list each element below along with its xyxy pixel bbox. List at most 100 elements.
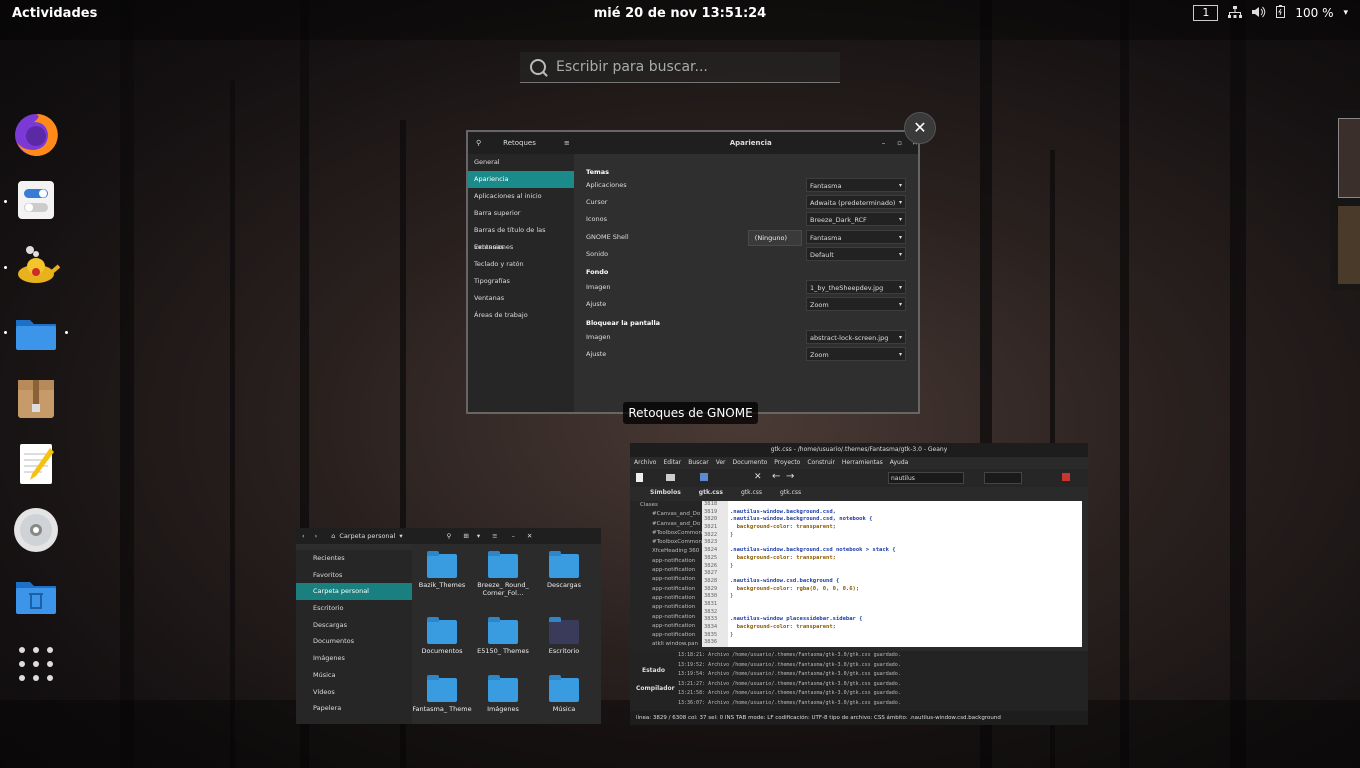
lock-ajuste-dropdown[interactable]: Zoom (806, 347, 906, 362)
menu-proyecto[interactable]: Proyecto (774, 457, 800, 469)
folder-item[interactable]: Descargas (534, 551, 594, 589)
sidebar-item-apariencia[interactable]: Apariencia (468, 171, 574, 188)
sidebar-item-barra-superior[interactable]: Barra superior (468, 205, 574, 222)
menu-editar[interactable]: Editar (663, 457, 681, 469)
sidebar-item-videos[interactable]: Vídeos (296, 684, 412, 701)
symbol-item[interactable]: #ToolboxCommon (630, 529, 702, 538)
chevron-down-icon[interactable]: ▾ (477, 532, 480, 540)
fondo-imagen-picker[interactable]: 1_by_theSheepdev.jpg (806, 280, 906, 295)
folder-item[interactable]: Breeze_ Round_ Corner_Fol… (473, 551, 533, 597)
shell-file-button[interactable]: (Ninguno) (747, 230, 802, 246)
minimize-button[interactable]: – (512, 532, 515, 540)
tweaks-window[interactable]: ⚲ Retoques ≡ Apariencia – ▫ ✕ General Ap… (466, 130, 920, 414)
sidebar-item-recientes[interactable]: Recientes (296, 550, 412, 567)
cursor-dropdown[interactable]: Adwaita (predeterminado) (806, 195, 906, 210)
folder-item[interactable]: E5150_ Themes (473, 617, 533, 655)
chevron-down-icon[interactable]: ▾ (399, 532, 402, 540)
folder-item[interactable]: Música (534, 675, 594, 713)
sidebar-item-barras-titulo[interactable]: Barras de título de las ventanas (468, 222, 574, 251)
disc-icon[interactable] (12, 506, 60, 554)
menu-documento[interactable]: Documento (733, 457, 768, 469)
aladdin-lamp-icon[interactable] (12, 242, 61, 290)
menu-ayuda[interactable]: Ayuda (890, 457, 909, 469)
geany-window[interactable]: gtk.css - /home/usuario/.themes/Fantasma… (630, 443, 1088, 725)
quit-icon[interactable] (1062, 473, 1070, 481)
menu-construir[interactable]: Construir (807, 457, 835, 469)
tab-estado[interactable]: Estado (642, 667, 665, 674)
symbol-item[interactable]: app-notification (630, 631, 702, 640)
tab-simbolos[interactable]: Símbolos (650, 487, 681, 499)
shell-dropdown[interactable]: Fantasma (806, 230, 906, 245)
location-label[interactable]: Carpeta personal (339, 532, 395, 540)
folder-item[interactable]: Fantasma_ Theme (412, 675, 472, 713)
sidebar-item-papelera[interactable]: Papelera (296, 700, 412, 717)
tweaks-icon[interactable] (12, 176, 60, 224)
back-icon[interactable]: ‹ (302, 532, 305, 540)
symbol-item[interactable]: #Canvas_and_Do (630, 510, 702, 519)
clock[interactable]: mié 20 de nov 13:51:24 (594, 6, 766, 21)
iconos-dropdown[interactable]: Breeze_Dark_RCF (806, 212, 906, 227)
system-tray[interactable]: 1 100 % ▾ (1193, 5, 1348, 21)
symbol-item[interactable]: app-notification (630, 613, 702, 622)
archive-icon[interactable] (12, 374, 60, 422)
code-editor[interactable]: 3818 3819 3820 3821 3822 3823 3824 3825 3826 3827… (702, 501, 1082, 647)
menu-herramientas[interactable]: Herramientas (842, 457, 883, 469)
sidebar-item-teclado-raton[interactable]: Teclado y ratón (468, 256, 574, 273)
sidebar-item-descargas[interactable]: Descargas (296, 617, 412, 634)
fondo-ajuste-dropdown[interactable]: Zoom (806, 297, 906, 312)
sidebar-item-extensiones[interactable]: Extensiones (468, 239, 574, 256)
search-icon[interactable]: ⚲ (447, 532, 452, 540)
symbol-item[interactable]: app-notification (630, 603, 702, 612)
sidebar-item-documentos[interactable]: Documentos (296, 633, 412, 650)
forward-icon[interactable]: › (315, 532, 318, 540)
firefox-icon[interactable] (12, 110, 60, 158)
sidebar-item-escritorio[interactable]: Escritorio (296, 600, 412, 617)
minimize-button[interactable]: – (882, 139, 886, 147)
symbol-item[interactable]: app-notification (630, 557, 702, 566)
menu-icon[interactable]: ≡ (564, 139, 570, 147)
tab-compilador[interactable]: Compilador (636, 685, 675, 692)
workspace-thumbnail[interactable] (1338, 206, 1360, 284)
symbol-item[interactable]: #Canvas_and_Do (630, 520, 702, 529)
sidebar-item-ventanas[interactable]: Ventanas (468, 290, 574, 307)
sonido-dropdown[interactable]: Default (806, 247, 906, 262)
goto-line-field[interactable] (984, 472, 1022, 484)
symbol-item[interactable]: Clases (630, 501, 702, 510)
folder-item[interactable]: Bazik_Themes (412, 551, 472, 589)
folder-item[interactable]: Documentos (412, 617, 472, 655)
sidebar-item-imagenes[interactable]: Imágenes (296, 650, 412, 667)
tab-gtk-css[interactable]: gtk.css (699, 487, 723, 499)
activities-button[interactable]: Actividades (12, 6, 97, 21)
search-bar[interactable] (520, 52, 840, 83)
symbol-item[interactable]: app-notification (630, 622, 702, 631)
search-icon[interactable]: ⚲ (476, 139, 481, 147)
symbol-item[interactable]: app-notification (630, 566, 702, 575)
app-grid-icon[interactable] (12, 640, 60, 688)
workspace-thumbnail[interactable] (1338, 118, 1360, 198)
close-window-button[interactable]: ✕ (904, 112, 936, 144)
lock-imagen-picker[interactable]: abstract-lock-screen.jpg (806, 330, 906, 345)
files-icon[interactable] (12, 308, 60, 356)
trash-folder-icon[interactable] (12, 572, 60, 620)
sidebar-item-areas-trabajo[interactable]: Áreas de trabajo (468, 307, 574, 324)
symbol-item[interactable]: app-notification (630, 585, 702, 594)
tab-gtk-css[interactable]: gtk.css (780, 487, 801, 499)
symbol-item[interactable]: app-notification (630, 594, 702, 603)
tab-gtk-css[interactable]: gtk.css (741, 487, 762, 499)
menu-icon[interactable]: ≡ (492, 532, 497, 540)
open-icon[interactable] (666, 474, 675, 481)
menu-ver[interactable]: Ver (716, 457, 726, 469)
forward-icon[interactable]: → (786, 471, 794, 482)
back-icon[interactable]: ← (772, 471, 780, 482)
sidebar-item-musica[interactable]: Música (296, 667, 412, 684)
menu-buscar[interactable]: Buscar (688, 457, 709, 469)
maximize-button[interactable]: ▫ (897, 139, 902, 147)
symbol-item[interactable]: #ToolboxCommon (630, 538, 702, 547)
folder-item[interactable]: Imágenes (473, 675, 533, 713)
new-file-icon[interactable] (636, 473, 643, 482)
symbol-item[interactable]: app-notification (630, 575, 702, 584)
search-field[interactable] (888, 472, 964, 484)
view-options-icon[interactable]: ⊞ (463, 532, 468, 540)
menu-archivo[interactable]: Archivo (634, 457, 656, 469)
files-window[interactable]: ‹ › ⌂ Carpeta personal ▾ ⚲ ⊞ ▾ ≡ – ✕ Rec… (296, 528, 601, 724)
